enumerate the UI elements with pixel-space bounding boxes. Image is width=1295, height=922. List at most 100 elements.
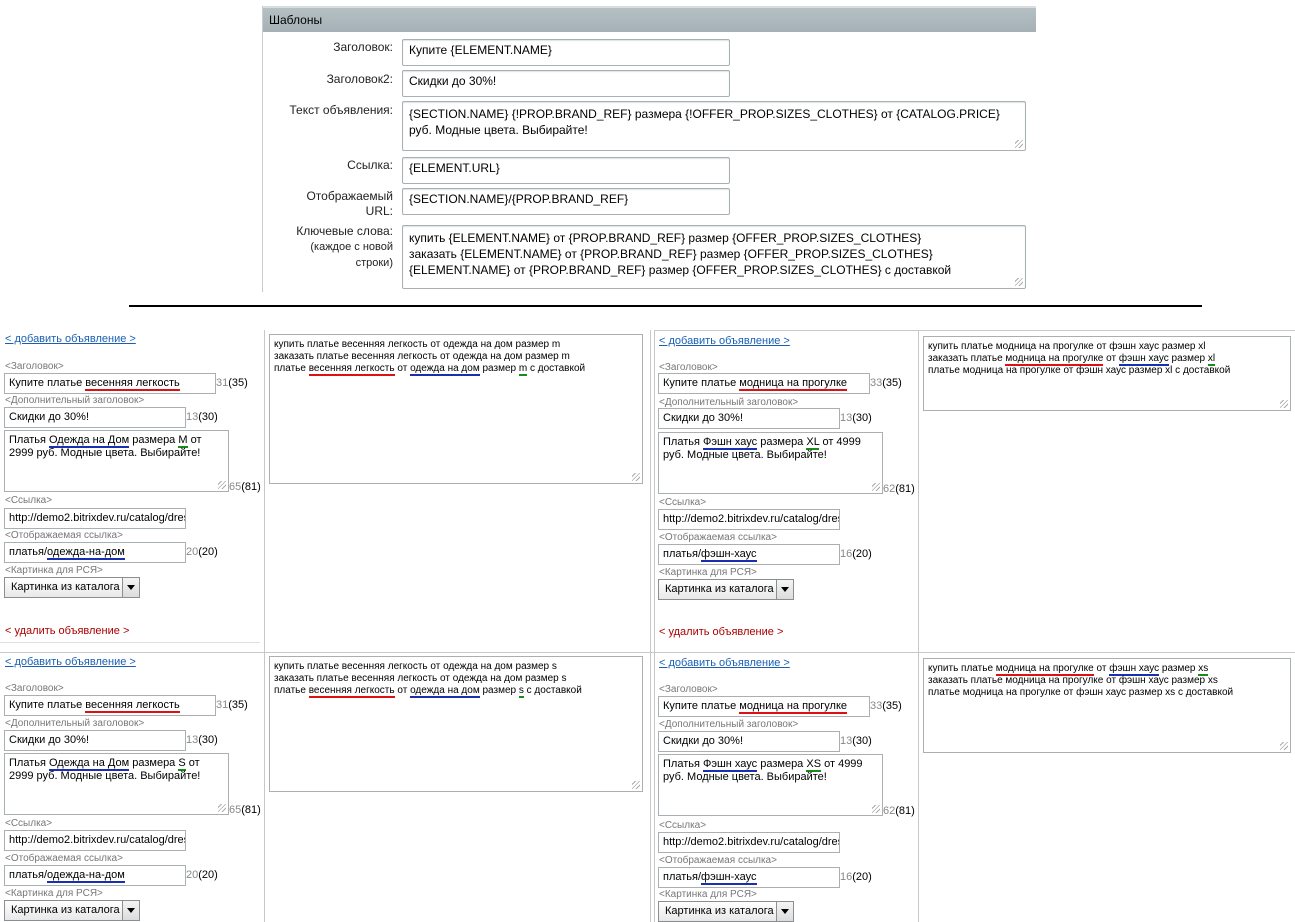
- link-field-label: <Ссылка>: [659, 820, 707, 831]
- keyword-line: купить {ELEMENT.NAME} от {PROP.BRAND_REF…: [409, 231, 922, 245]
- display-url-template-label: Отображаемый URL:: [306, 189, 393, 218]
- title-field-label: <Заголовок>: [659, 684, 718, 695]
- grid-divider: [0, 642, 260, 643]
- title2-template-input[interactable]: Скидки до 30%!: [402, 70, 730, 97]
- subtitle-field-label: <Дополнительный заголовок>: [5, 718, 145, 729]
- ad-display-link-input[interactable]: платья/фэшн-хаус: [658, 867, 840, 888]
- add-ad-link[interactable]: < добавить объявление >: [659, 335, 790, 347]
- title-template-label: Заголовок:: [333, 40, 393, 54]
- ad-title-input[interactable]: Купите платье весенняя легкость: [4, 695, 216, 716]
- subtitle-field-label: <Дополнительный заголовок>: [659, 719, 799, 730]
- ad-link-input[interactable]: http://demo2.bitrixdev.ru/catalog/dress: [4, 830, 186, 851]
- grid-divider: [654, 330, 1295, 331]
- image-source-select[interactable]: Картинка из каталога: [4, 577, 140, 598]
- image-source-select[interactable]: Картинка из каталога: [658, 901, 794, 922]
- subtitle-field-label: <Дополнительный заголовок>: [659, 397, 799, 408]
- chevron-down-icon: [122, 578, 139, 597]
- ad-display-link-input[interactable]: платья/фэшн-хаус: [658, 544, 840, 565]
- keyword-line: {ELEMENT.NAME} от {PROP.BRAND_REF} разме…: [409, 263, 952, 277]
- resize-grip-icon[interactable]: [1015, 140, 1023, 148]
- grid-divider: [918, 330, 919, 922]
- title-field-label: <Заголовок>: [5, 361, 64, 372]
- ad-text-textarea[interactable]: Платья Одежда на Дом размера S от 2999 р…: [4, 753, 229, 815]
- chevron-down-icon: [122, 901, 139, 920]
- resize-grip-icon[interactable]: [872, 483, 880, 491]
- ad-display-link-input[interactable]: платья/одежда-на-дом: [4, 542, 186, 563]
- subtitle-char-counter: 13(30): [840, 412, 872, 424]
- text-char-counter: 65(81): [229, 481, 261, 493]
- ad-link-input[interactable]: http://demo2.bitrixdev.ru/catalog/dress: [658, 832, 840, 853]
- image-field-label: <Картинка для РСЯ>: [5, 565, 103, 576]
- ad-subtitle-input[interactable]: Скидки до 30%!: [4, 730, 186, 751]
- resize-grip-icon[interactable]: [632, 781, 640, 789]
- ad-title-input[interactable]: Купите платье весенняя легкость: [4, 373, 216, 394]
- grid-divider: [0, 652, 1295, 653]
- grid-divider: [650, 330, 651, 922]
- link-field-label: <Ссылка>: [659, 497, 707, 508]
- chevron-down-icon: [776, 902, 793, 921]
- add-ad-link[interactable]: < добавить объявление >: [659, 657, 790, 669]
- ad-text-textarea[interactable]: Платья Фэшн хаус размера XS от 4999 руб.…: [658, 754, 883, 816]
- display-url-template-input[interactable]: {SECTION.NAME}/{PROP.BRAND_REF}: [402, 188, 730, 215]
- add-ad-link[interactable]: < добавить объявление >: [5, 656, 136, 668]
- resize-grip-icon[interactable]: [218, 804, 226, 812]
- display-link-char-counter: 20(20): [186, 546, 218, 558]
- subtitle-char-counter: 13(30): [840, 735, 872, 747]
- resize-grip-icon[interactable]: [1015, 278, 1023, 286]
- image-field-label: <Картинка для РСЯ>: [659, 567, 757, 578]
- title-field-label: <Заголовок>: [5, 683, 64, 694]
- ad-subtitle-input[interactable]: Скидки до 30%!: [4, 407, 186, 428]
- ad-text-textarea[interactable]: Платья Фэшн хаус размера XL от 4999 руб.…: [658, 432, 883, 494]
- display-link-char-counter: 20(20): [186, 869, 218, 881]
- text-char-counter: 65(81): [229, 804, 261, 816]
- ad-keywords-textarea[interactable]: купить платье модница на прогулке от фэш…: [923, 336, 1291, 411]
- image-field-label: <Картинка для РСЯ>: [659, 889, 757, 900]
- link-field-label: <Ссылка>: [5, 495, 53, 506]
- resize-grip-icon[interactable]: [1280, 742, 1288, 750]
- ad-display-link-input[interactable]: платья/одежда-на-дом: [4, 865, 186, 886]
- chevron-down-icon: [776, 580, 793, 599]
- title-char-counter: 31(35): [216, 699, 248, 711]
- delete-ad-link[interactable]: < удалить объявление >: [659, 626, 783, 638]
- title-char-counter: 33(35): [870, 700, 902, 712]
- ad-keywords-textarea[interactable]: купить платье модница на прогулке от фэш…: [923, 658, 1291, 753]
- subtitle-field-label: <Дополнительный заголовок>: [5, 395, 145, 406]
- text-template-value: {SECTION.NAME} {!PROP.BRAND_REF} размера…: [409, 107, 1000, 137]
- subtitle-char-counter: 13(30): [186, 411, 218, 423]
- image-source-select[interactable]: Картинка из каталога: [658, 579, 794, 600]
- ad-link-input[interactable]: http://demo2.bitrixdev.ru/catalog/dress: [4, 508, 186, 529]
- keywords-template-label: Ключевые слова: (каждое с новой строки): [296, 224, 393, 269]
- title-char-counter: 33(35): [870, 377, 902, 389]
- grid-divider: [264, 330, 265, 922]
- title-field-label: <Заголовок>: [659, 362, 718, 373]
- ad-subtitle-input[interactable]: Скидки до 30%!: [658, 408, 840, 429]
- text-char-counter: 62(81): [883, 805, 915, 817]
- resize-grip-icon[interactable]: [872, 805, 880, 813]
- title-template-input[interactable]: Купите {ELEMENT.NAME}: [402, 39, 730, 66]
- link-template-input[interactable]: {ELEMENT.URL}: [402, 157, 730, 184]
- link-template-label: Ссылка:: [347, 158, 393, 172]
- keywords-template-textarea[interactable]: купить {ELEMENT.NAME} от {PROP.BRAND_REF…: [402, 225, 1026, 289]
- ad-keywords-textarea[interactable]: купить платье весенняя легкость от одежд…: [269, 656, 643, 792]
- ad-title-input[interactable]: Купите платье модница на прогулке: [658, 373, 870, 394]
- title-char-counter: 31(35): [216, 377, 248, 389]
- ad-text-textarea[interactable]: Платья Одежда на Дом размера M от 2999 р…: [4, 430, 229, 492]
- ad-link-input[interactable]: http://demo2.bitrixdev.ru/catalog/dress: [658, 509, 840, 530]
- delete-ad-link[interactable]: < удалить объявление >: [5, 625, 129, 637]
- ad-title-input[interactable]: Купите платье модница на прогулке: [658, 696, 870, 717]
- text-char-counter: 62(81): [883, 483, 915, 495]
- resize-grip-icon[interactable]: [632, 473, 640, 481]
- resize-grip-icon[interactable]: [218, 481, 226, 489]
- templates-header: Шаблоны: [263, 6, 1036, 32]
- add-ad-link[interactable]: < добавить объявление >: [5, 333, 136, 345]
- keyword-line: заказать {ELEMENT.NAME} от {PROP.BRAND_R…: [409, 247, 933, 261]
- display-link-field-label: <Отображаемая ссылка>: [5, 853, 123, 864]
- image-source-select[interactable]: Картинка из каталога: [4, 900, 140, 921]
- image-field-label: <Картинка для РСЯ>: [5, 888, 103, 899]
- resize-grip-icon[interactable]: [1280, 400, 1288, 408]
- title2-template-label: Заголовок2:: [326, 72, 393, 86]
- grid-divider: [654, 330, 655, 922]
- text-template-textarea[interactable]: {SECTION.NAME} {!PROP.BRAND_REF} размера…: [402, 101, 1026, 151]
- ad-keywords-textarea[interactable]: купить платье весенняя легкость от одежд…: [269, 334, 643, 484]
- ad-subtitle-input[interactable]: Скидки до 30%!: [658, 731, 840, 752]
